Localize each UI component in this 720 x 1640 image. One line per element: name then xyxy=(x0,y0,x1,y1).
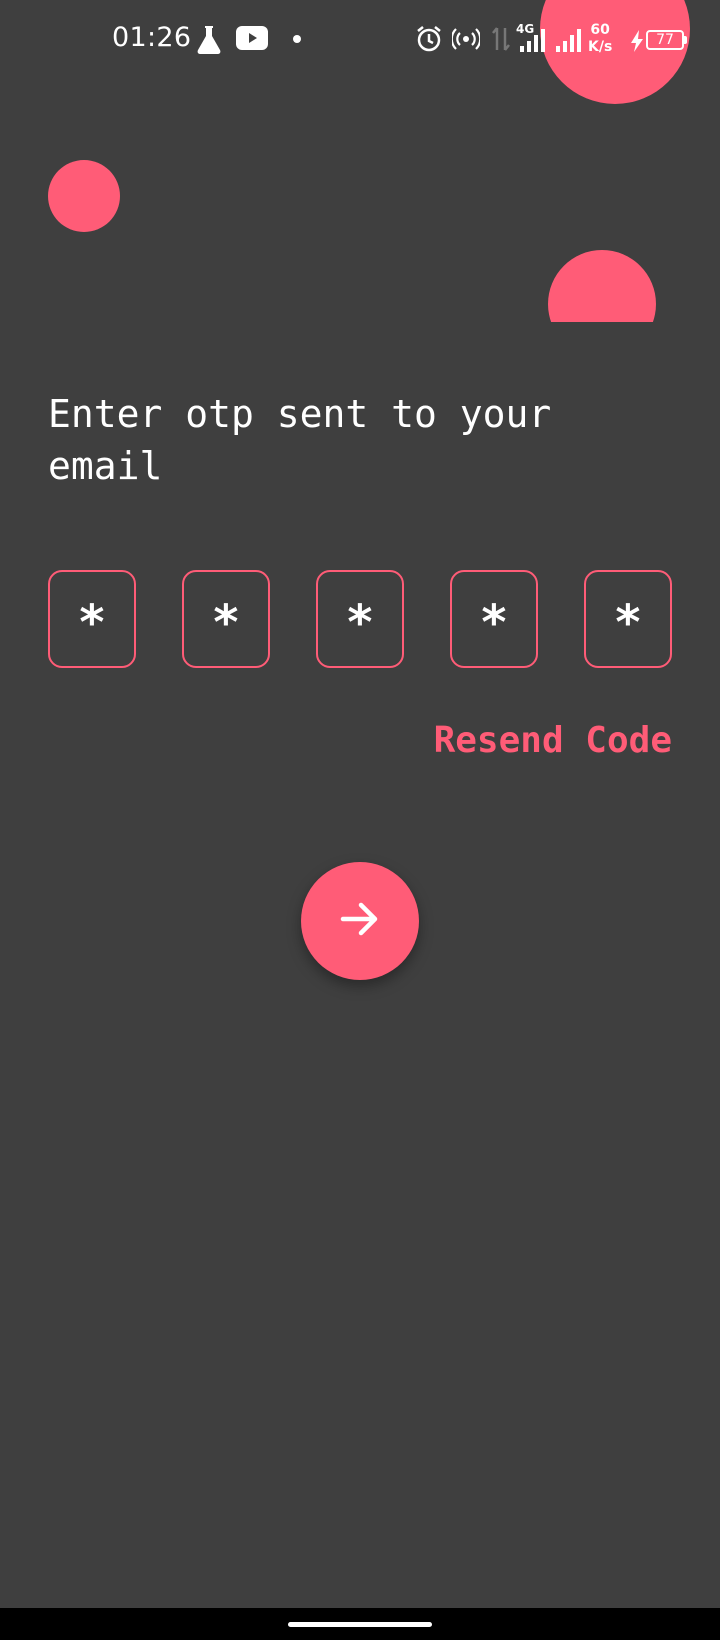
youtube-icon xyxy=(236,26,268,50)
net-speed: 60 K/s xyxy=(588,22,612,56)
net-speed-unit: K/s xyxy=(588,39,613,55)
home-indicator[interactable] xyxy=(288,1622,432,1627)
next-button[interactable] xyxy=(301,862,419,980)
otp-digit-3[interactable]: * xyxy=(316,570,404,668)
resend-code-link[interactable]: Resend Code xyxy=(434,720,672,761)
net-speed-value: 60 xyxy=(590,22,610,38)
hotspot-icon xyxy=(452,26,480,52)
battery-tip xyxy=(684,36,687,44)
signal-icon xyxy=(520,28,550,52)
status-time: 01:26 xyxy=(112,22,192,53)
decorative-circle-top-right xyxy=(540,0,690,104)
decorative-circle-small xyxy=(48,160,120,232)
otp-input-row: * * * * * xyxy=(48,570,672,670)
data-transfer-icon xyxy=(490,24,512,54)
decorative-half-circle xyxy=(548,250,656,322)
otp-digit-4[interactable]: * xyxy=(450,570,538,668)
otp-digit-1[interactable]: * xyxy=(48,570,136,668)
otp-digit-2[interactable]: * xyxy=(182,570,270,668)
charging-bolt-icon xyxy=(630,30,644,52)
battery-icon: 77 xyxy=(646,30,684,50)
signal-icon-2 xyxy=(556,28,586,52)
arrow-right-icon xyxy=(337,896,383,946)
otp-digit-5[interactable]: * xyxy=(584,570,672,668)
flask-icon xyxy=(196,24,222,54)
alarm-icon xyxy=(414,24,444,54)
notification-dot-icon xyxy=(292,34,302,44)
page-title: Enter otp sent to your email xyxy=(48,392,552,488)
